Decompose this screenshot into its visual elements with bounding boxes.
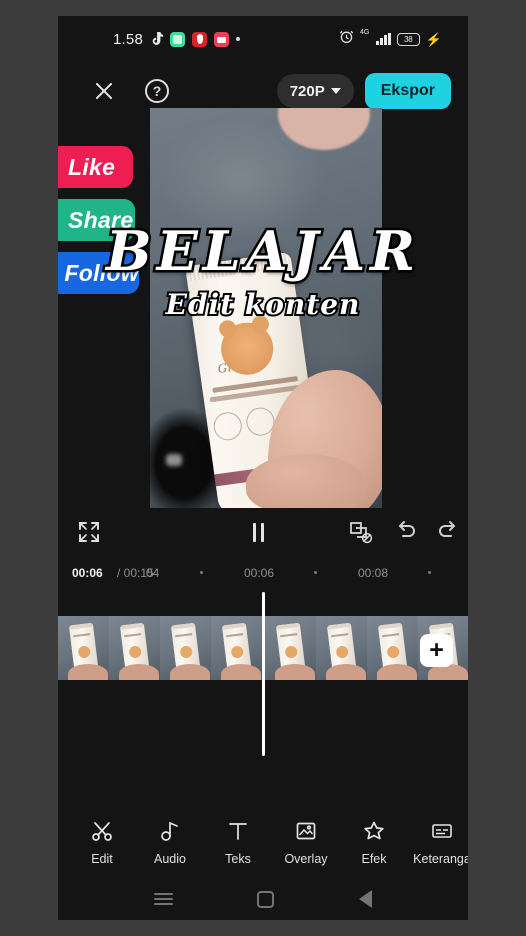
green-app-icon [170,31,185,47]
pause-icon[interactable] [253,522,264,542]
bottom-toolbar: Edit Audio Teks Overlay Efek Keteranga [58,806,468,878]
resolution-dropdown[interactable]: 720P [276,74,354,108]
status-time: 1.58 [113,30,143,48]
close-icon[interactable] [89,76,119,106]
playhead[interactable] [262,592,265,756]
star-sparkle-icon [362,819,386,843]
android-nav-bar [58,878,468,920]
preview-fingers [246,454,366,508]
status-bar-left: 1.58 [113,31,240,48]
overlay-title[interactable]: BELAJAR [58,222,468,281]
overflow-dot-icon [236,37,240,41]
keyframe-disabled-icon[interactable] [348,520,374,544]
scissors-icon [90,819,114,843]
clip-thumbnail[interactable] [265,616,316,680]
ruler-dot-3 [314,571,317,574]
red-shield-icon [192,31,207,47]
clip-thumbnail[interactable] [211,616,262,680]
ruler-tick-2: 00:06 [244,566,275,580]
resolution-label: 720P [289,82,325,100]
playback-controls [58,508,468,556]
clip-thumbnail[interactable] [160,616,211,680]
undo-icon[interactable] [395,519,419,546]
caption-icon [430,819,454,843]
network-type-label: 4G [359,29,370,36]
timeline-ruler: 00:06 / 00:15 04 00:06 00:08 [58,558,468,592]
back-icon[interactable] [358,890,372,908]
alarm-icon [339,29,354,49]
status-bar: 1.58 4G 38 ⚡ [58,16,468,62]
tool-text[interactable]: Teks [204,819,272,866]
chevron-down-icon [330,88,341,94]
tool-edit[interactable]: Edit [68,819,136,866]
recents-icon[interactable] [154,890,174,908]
tool-effects-label: Efek [361,851,387,866]
tool-overlay[interactable]: Overlay [272,819,340,866]
home-icon[interactable] [257,890,275,908]
pink-video-icon [214,31,229,47]
sticker-like-label: Like [68,153,116,180]
tool-text-label: Teks [225,851,251,866]
tiktok-icon [150,31,163,47]
current-time-label: 00:06 [72,566,103,580]
add-clip-button[interactable]: + [420,634,453,667]
battery-icon: 38 [396,32,420,46]
ruler-dot-5 [428,571,431,574]
status-bar-right: 4G 38 ⚡ [339,29,442,49]
tool-captions[interactable]: Keteranga [408,819,468,866]
clip-thumbnail[interactable] [367,616,418,680]
clip-thumbnail[interactable] [109,616,160,680]
sticker-like[interactable]: ♥ Like [58,146,133,188]
redo-icon[interactable] [435,519,459,546]
ruler-dot-1 [200,571,203,574]
music-note-icon [158,819,182,843]
tool-edit-label: Edit [91,851,113,866]
charging-bolt-icon: ⚡ [425,31,442,47]
phone-screen: 1.58 4G 38 ⚡ ? 720P Ekspor Like Share Fo… [58,16,468,920]
ruler-tick-0: 04 [146,566,160,580]
tool-audio[interactable]: Audio [136,819,204,866]
heart-icon: ♥ [58,157,59,178]
clip-thumbnail[interactable] [316,616,367,680]
text-overlay-group[interactable]: BELAJAR Edit konten [58,222,468,324]
tool-captions-label: Keteranga [413,851,468,866]
image-overlay-icon [294,819,318,843]
signal-bars-icon [376,33,391,45]
overlay-subtitle[interactable]: Edit konten [58,286,468,323]
timeline-track[interactable]: + [58,592,468,756]
export-button[interactable]: Ekspor [364,73,451,109]
tool-effects[interactable]: Efek [340,819,408,866]
clip-thumbnail[interactable] [58,616,109,680]
tool-audio-label: Audio [154,851,186,866]
expand-icon[interactable] [78,521,100,543]
text-t-icon [226,819,250,843]
help-icon[interactable]: ? [145,79,169,103]
ruler-tick-4: 00:08 [358,566,389,580]
tool-overlay-label: Overlay [284,851,328,866]
